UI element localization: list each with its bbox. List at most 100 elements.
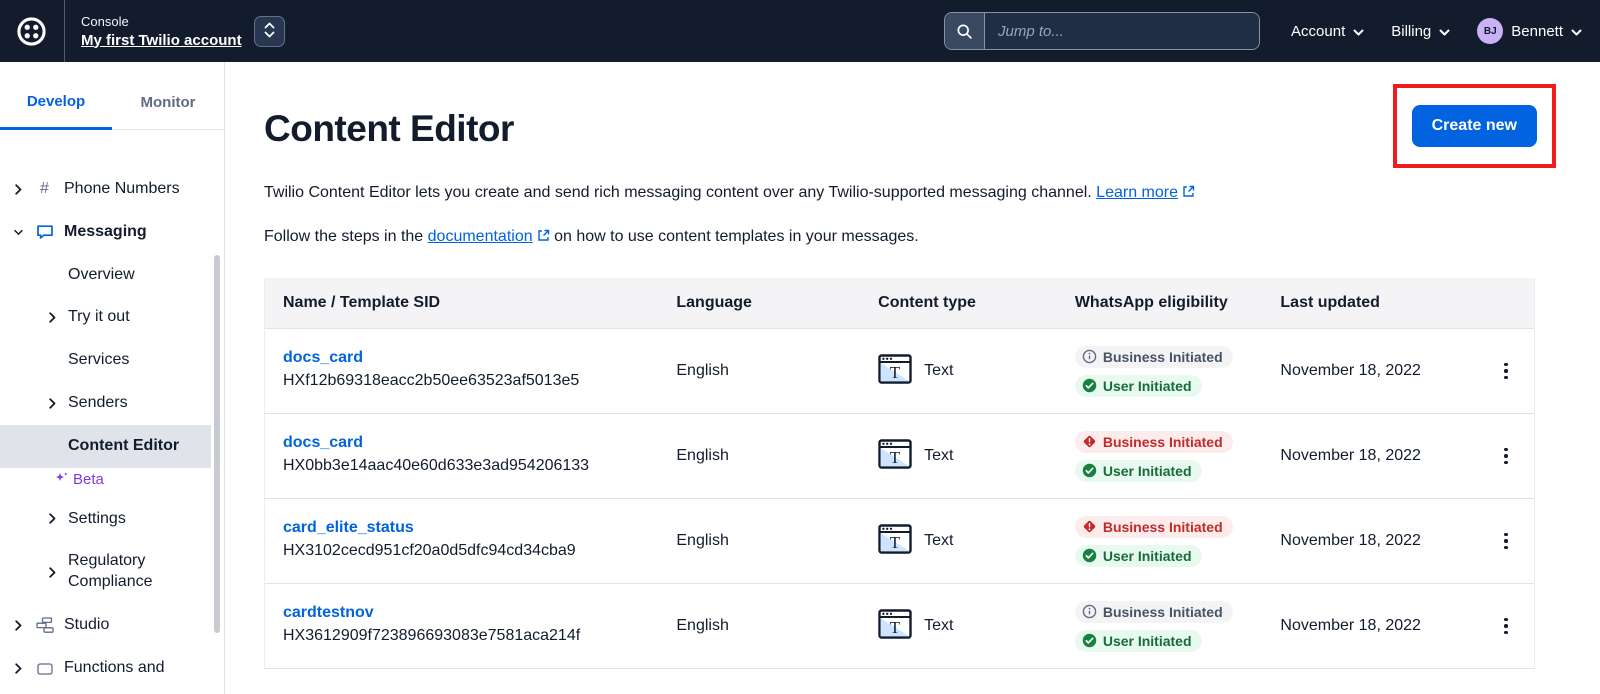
row-actions-cell [1478,612,1534,641]
badge-label: Business Initiated [1103,604,1223,620]
sidebar-item-phone-numbers[interactable]: # Phone Numbers [0,168,211,211]
content-type-cell: T Text [860,524,1057,559]
billing-menu-label: Billing [1391,23,1431,40]
sidebar-item-label: Senders [68,393,128,414]
chevron-right-icon [14,184,23,195]
billing-menu-button[interactable]: Billing [1391,23,1450,40]
column-header: Name / Template SID [265,278,658,328]
check-circle-icon [1082,378,1097,393]
template-sid: HX3102cecd951cf20a0d5dfc94cd34cba9 [283,540,615,562]
account-switcher-button[interactable] [254,16,285,47]
business-initiated-badge: Business Initiated [1075,601,1233,623]
kebab-menu-icon[interactable] [1498,442,1514,471]
chat-icon [35,224,54,240]
badge-label: Business Initiated [1103,519,1223,535]
beta-badge: Beta [0,468,211,498]
last-updated-cell: November 18, 2022 [1262,617,1478,635]
account-menu-label: Account [1291,23,1345,40]
language-cell: English [658,447,860,465]
sidebar-scrollbar[interactable] [214,255,220,633]
intro-text: on how to use content templates in your … [554,228,919,245]
sidebar-item-services[interactable]: Services [0,339,211,382]
chevron-down-icon [14,229,23,236]
sidebar-item-label: Functions and [64,658,165,679]
sidebar-item-functions[interactable]: Functions and [0,647,211,690]
documentation-label: documentation [428,228,533,245]
intro-paragraph-2: Follow the steps in the documentation on… [264,225,1600,250]
account-menu-button[interactable]: Account [1291,23,1364,40]
language-cell: English [658,362,860,380]
top-navbar: Console My first Twilio account Account … [0,0,1600,62]
intro-text: Twilio Content Editor lets you create an… [264,184,1092,201]
sidebar-item-label: Regulatory Compliance [68,551,198,593]
sidebar-item-senders[interactable]: Senders [0,382,211,425]
badge-label: User Initiated [1103,633,1192,649]
sidebar-item-overview[interactable]: Overview [0,254,211,297]
table-row: docs_card HXf12b69318eacc2b50ee63523af50… [265,328,1534,413]
sparkle-icon [55,471,69,489]
last-updated-cell: November 18, 2022 [1262,447,1478,465]
badge-label: Business Initiated [1103,434,1223,450]
sidebar-nav: # Phone Numbers Messaging Overview Try i… [0,130,211,690]
name-sid-cell: card_elite_status HX3102cecd951cf20a0d5d… [265,519,658,562]
check-circle-icon [1082,463,1097,478]
annotation-highlight-box: Create new [1393,84,1556,168]
kebab-menu-icon[interactable] [1498,357,1514,386]
topbar-divider [64,0,65,62]
sidebar-item-studio[interactable]: Studio [0,604,211,647]
whatsapp-eligibility-cell: Business Initiated User Initiated [1057,419,1263,494]
documentation-link[interactable]: documentation [428,228,550,245]
table-row: docs_card HX0bb3e14aac40e60d633e3ad95420… [265,413,1534,498]
badge-label: User Initiated [1103,548,1192,564]
console-label: Console [81,14,242,29]
chevron-right-icon [48,312,57,323]
template-sid: HX3612909f723896693083e7581aca214f [283,625,615,647]
account-name-link[interactable]: My first Twilio account [81,32,242,49]
template-name-link[interactable]: docs_card [283,349,363,366]
create-new-button[interactable]: Create new [1412,105,1537,147]
content-type-label: Text [924,362,953,380]
functions-icon [35,661,54,675]
template-name-link[interactable]: cardtestnov [283,604,374,621]
info-icon [1082,349,1097,364]
text-content-icon: T [878,354,912,389]
sidebar-item-regulatory-compliance[interactable]: Regulatory Compliance [0,540,211,604]
sidebar-item-settings[interactable]: Settings [0,498,211,541]
kebab-menu-icon[interactable] [1498,527,1514,556]
search-icon [945,13,985,49]
check-circle-icon [1082,548,1097,563]
business-initiated-badge: Business Initiated [1075,346,1233,368]
badge-label: Business Initiated [1103,349,1223,365]
template-name-link[interactable]: docs_card [283,434,363,451]
kebab-menu-icon[interactable] [1498,612,1514,641]
user-initiated-badge: User Initiated [1075,545,1202,567]
user-initiated-badge: User Initiated [1075,375,1202,397]
twilio-logo-icon [16,16,47,47]
sidebar-item-label: Try it out [68,307,130,328]
tab-develop[interactable]: Develop [0,62,112,130]
template-name-link[interactable]: card_elite_status [283,519,414,536]
row-actions-cell [1478,527,1534,556]
sidebar-item-label: Services [68,350,129,371]
name-sid-cell: cardtestnov HX3612909f723896693083e7581a… [265,604,658,647]
jump-to-search [944,12,1260,50]
intro-paragraph-1: Twilio Content Editor lets you create an… [264,181,1600,206]
chevron-down-icon [1439,23,1450,40]
sidebar-item-try-it-out[interactable]: Try it out [0,296,211,339]
user-menu-button[interactable]: BJ Bennett [1477,18,1582,44]
table-row: card_elite_status HX3102cecd951cf20a0d5d… [265,498,1534,583]
chevron-right-icon [14,663,23,674]
search-input[interactable] [985,13,1259,49]
intro-text: Follow the steps in the [264,228,423,245]
chevron-right-icon [48,567,57,578]
svg-text:T: T [890,448,901,467]
tab-monitor[interactable]: Monitor [112,62,224,129]
svg-text:T: T [890,533,901,552]
account-block: Console My first Twilio account [81,14,242,49]
sidebar-item-content-editor[interactable]: Content Editor [0,425,211,468]
name-sid-cell: docs_card HXf12b69318eacc2b50ee63523af50… [265,349,658,392]
learn-more-link[interactable]: Learn more [1096,184,1195,201]
learn-more-label: Learn more [1096,184,1178,201]
column-header: Last updated [1262,278,1478,328]
sidebar-item-messaging[interactable]: Messaging [0,211,211,254]
